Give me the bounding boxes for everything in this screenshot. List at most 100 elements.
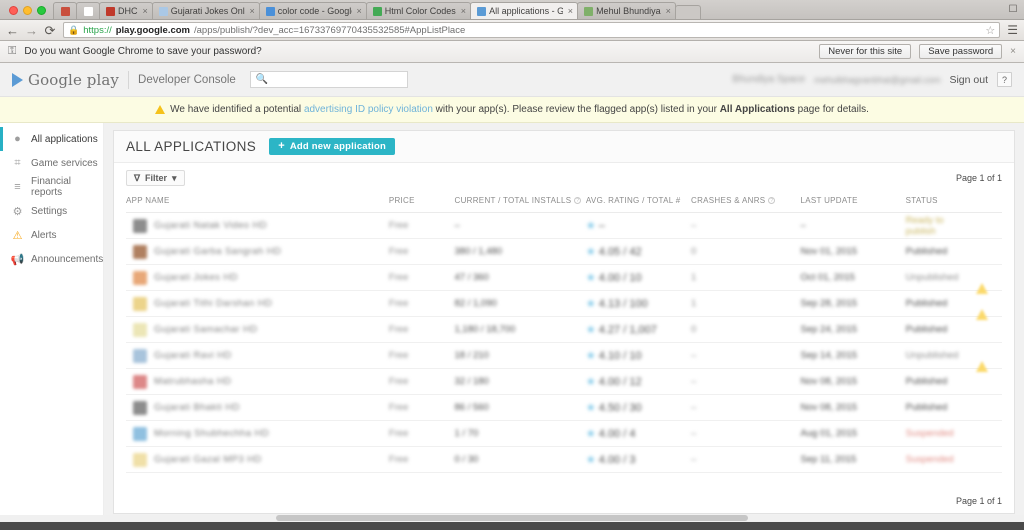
bookmark-star-icon[interactable]: ☆ xyxy=(985,24,995,37)
cell-app-name[interactable]: Gujarati Jokes HD xyxy=(126,264,389,291)
add-new-application-button[interactable]: + Add new application xyxy=(269,138,395,155)
tab-close-icon[interactable]: × xyxy=(355,6,362,16)
crashes-value: – xyxy=(691,454,697,465)
sidebar-item-financial-reports[interactable]: ≡ Financial reports xyxy=(0,175,103,199)
cell-app-name[interactable]: Gujarati Samachar HD xyxy=(126,316,389,343)
browser-tab[interactable]: DHC × xyxy=(99,2,153,19)
cell-app-name[interactable]: Gujarati Natak Video HD xyxy=(126,212,389,239)
table-row[interactable]: Gujarati Jokes HD Free 47 / 360 4.00 / 10 1 O… xyxy=(126,264,1002,294)
sidebar-item-all-applications[interactable]: ● All applications xyxy=(0,127,103,151)
forward-button[interactable]: → xyxy=(25,24,38,37)
sidebar-item-game-services[interactable]: ⌗ Game services xyxy=(0,151,103,175)
cell-app-name[interactable]: Matrubhasha HD xyxy=(126,368,389,395)
rating-value: 4.00 / 3 xyxy=(586,453,636,466)
cell-app-name[interactable]: Gujarati Gazal MP3 HD xyxy=(126,446,389,473)
app-icon xyxy=(133,270,147,285)
tab-title: All applications - Google P xyxy=(489,6,563,16)
row-warning-icon[interactable] xyxy=(975,272,988,294)
table-row[interactable]: Matrubhasha HD Free 32 / 180 4.00 / 12 – Nov … xyxy=(126,368,1002,395)
tab-close-icon[interactable]: × xyxy=(459,6,466,16)
table-row[interactable]: Morning Shubhechha HD Free 1 / 70 4.00 / 4 –… xyxy=(126,420,1002,447)
table-row[interactable]: Gujarati Samachar HD Free 1,180 / 18,700 4.… xyxy=(126,316,1002,343)
rating-value: 4.13 / 100 xyxy=(586,297,648,310)
help-icon[interactable]: ? xyxy=(997,72,1012,87)
reload-button[interactable]: ⟳ xyxy=(44,24,56,37)
help-icon[interactable]: ? xyxy=(768,197,776,204)
tab-favicon-icon xyxy=(265,6,275,16)
cell-app-name[interactable]: Morning Shubhechha HD xyxy=(126,420,389,447)
sidebar-item-settings[interactable]: ⚙ Settings xyxy=(0,199,103,223)
table-row[interactable]: Gujarati Gazal MP3 HD Free 0 / 30 4.00 / 3 –… xyxy=(126,446,1002,473)
table-toolbar: ∇ Filter ▾ Page 1 of 1 xyxy=(114,163,1014,189)
profile-icon[interactable]: ☐ xyxy=(1007,3,1019,16)
cell-rating: – xyxy=(585,212,691,239)
maximize-window-button[interactable] xyxy=(37,6,46,15)
rating-value: 4.00 / 4 xyxy=(586,427,636,440)
table-row[interactable]: Gujarati Tithi Darshan HD Free 82 / 1,090 4… xyxy=(126,290,1002,320)
new-tab-button[interactable] xyxy=(674,5,701,19)
browser-tab[interactable]: Gujarati Jokes Online× xyxy=(151,2,260,19)
table-row[interactable]: Gujarati Bhakti HD Free 86 / 560 4.50 / 30 –… xyxy=(126,394,1002,421)
tab-title: Mehul Bhundiya xyxy=(596,6,661,16)
minimize-window-button[interactable] xyxy=(23,6,32,15)
tab-close-icon[interactable]: × xyxy=(141,6,148,16)
tab-close-icon[interactable]: × xyxy=(248,6,255,16)
browser-tab[interactable] xyxy=(53,2,77,19)
crashes-value: 1 xyxy=(691,272,697,283)
close-window-button[interactable] xyxy=(9,6,18,15)
policy-violation-link[interactable]: advertising ID policy violation xyxy=(304,104,433,115)
browser-tab[interactable]: color code - Google Searc× xyxy=(258,2,367,19)
search-input[interactable]: 🔍 xyxy=(249,71,408,88)
price-value: Free xyxy=(388,454,409,465)
price-value: Free xyxy=(388,324,409,335)
sidebar-item-alerts[interactable]: ⚠ Alerts xyxy=(0,223,103,247)
address-bar[interactable]: 🔒 https://play.google.com/apps/publish/?… xyxy=(63,22,1001,38)
column-header: LAST UPDATE xyxy=(800,189,906,213)
browser-tab[interactable] xyxy=(76,2,100,19)
table-row[interactable]: Gujarati Natak Video HD Free – – – – Ready to … xyxy=(126,212,1002,239)
cell-crashes: – xyxy=(691,446,801,473)
row-warning-icon[interactable] xyxy=(975,350,988,372)
table-row[interactable]: Gujarati Garba Sangrah HD Free 380 / 1,480… xyxy=(126,238,1002,265)
last-update-value: Sep 24, 2015 xyxy=(800,324,858,335)
scrollbar-thumb[interactable] xyxy=(276,515,748,521)
last-update-value: Sep 14, 2015 xyxy=(800,350,858,361)
chrome-menu-icon[interactable]: ☰ xyxy=(1007,24,1018,36)
status-badge: Unpublished xyxy=(905,272,959,283)
horizontal-scrollbar[interactable] xyxy=(0,515,1024,522)
cell-app-name[interactable]: Gujarati Bhakti HD xyxy=(126,394,389,421)
filter-button[interactable]: ∇ Filter ▾ xyxy=(126,170,185,186)
cell-rating: 4.00 / 4 xyxy=(585,420,691,447)
save-password-button[interactable]: Save password xyxy=(919,44,1003,59)
tab-favicon-icon xyxy=(60,6,70,16)
tab-favicon-icon xyxy=(372,6,382,16)
cell-app-name[interactable]: Gujarati Ravi HD xyxy=(126,342,389,369)
installs-value: 47 / 360 xyxy=(454,272,489,283)
infobar-close-icon[interactable]: × xyxy=(1010,46,1016,57)
never-for-this-site-button[interactable]: Never for this site xyxy=(819,44,912,59)
cell-crashes: – xyxy=(691,394,801,421)
tab-close-icon[interactable]: × xyxy=(664,6,671,16)
policy-violation-notice: We have identified a potential advertisi… xyxy=(0,97,1024,123)
help-icon[interactable]: ? xyxy=(574,197,582,204)
cell-installs: 32 / 180 xyxy=(454,368,586,395)
tab-close-icon[interactable]: × xyxy=(566,6,573,16)
gamepad-icon: ⌗ xyxy=(14,156,21,169)
last-update-value: Sep 28, 2015 xyxy=(800,298,858,309)
url-host: play.google.com xyxy=(115,24,190,36)
browser-tab[interactable]: All applications - Google P× xyxy=(470,2,579,19)
window-controls[interactable] xyxy=(4,6,53,19)
last-update-value: Oct 01, 2015 xyxy=(800,272,855,283)
back-button[interactable]: ← xyxy=(6,24,19,37)
row-warning-icon[interactable] xyxy=(975,298,988,320)
browser-tab[interactable]: Html Color Codes × xyxy=(365,2,472,19)
browser-tab[interactable]: Mehul Bhundiya × xyxy=(577,2,676,19)
cell-app-name[interactable]: Gujarati Tithi Darshan HD xyxy=(126,290,389,317)
app-icon xyxy=(133,322,147,337)
sidebar-item-announcements[interactable]: 📢 Announcements xyxy=(0,247,104,271)
cell-app-name[interactable]: Gujarati Garba Sangrah HD xyxy=(126,238,389,265)
sign-out-link[interactable]: Sign out xyxy=(949,74,988,86)
status-badge: Published xyxy=(905,246,948,257)
google-play-logo[interactable]: Google play xyxy=(12,71,119,89)
table-row[interactable]: Gujarati Ravi HD Free 18 / 210 4.10 / 10 – Se… xyxy=(126,342,1002,372)
